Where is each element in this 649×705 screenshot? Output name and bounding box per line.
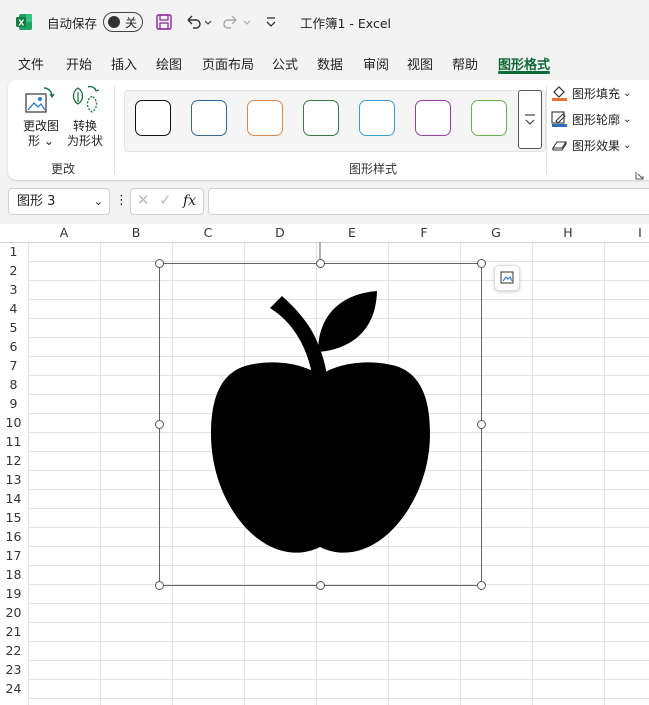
shape-selection[interactable]: [0, 224, 649, 705]
save-icon[interactable]: [155, 0, 173, 44]
style-swatch[interactable]: [247, 100, 283, 136]
tab-page-layout[interactable]: 页面布局: [202, 54, 254, 73]
chevron-down-icon: ⌄: [623, 139, 632, 151]
tab-insert[interactable]: 插入: [111, 54, 137, 73]
change-graphic-button[interactable]: 更改图 形 ⌄: [20, 119, 62, 149]
gallery-more-button[interactable]: [518, 90, 542, 149]
paint-bucket-icon: [552, 86, 567, 101]
active-tab-indicator: [498, 71, 550, 74]
insert-function-button[interactable]: fx: [183, 193, 196, 209]
style-swatch[interactable]: [471, 100, 507, 136]
shape-outline-button[interactable]: 图形轮廓 ⌄: [550, 110, 631, 128]
styles-group-label: 图形样式: [349, 162, 398, 176]
more-options-icon[interactable]: ⋮: [115, 193, 128, 208]
shape-outline-label: 图形轮廓: [572, 112, 621, 127]
resize-handle-right[interactable]: [477, 420, 486, 429]
layout-options-button[interactable]: [494, 265, 520, 291]
style-swatch[interactable]: [415, 100, 451, 136]
style-swatch[interactable]: [135, 100, 171, 136]
resize-handle-top-left[interactable]: [155, 259, 164, 268]
resize-handle-top-right[interactable]: [477, 259, 486, 268]
shape-effects-button[interactable]: 图形效果 ⌄: [550, 136, 631, 154]
tab-view[interactable]: 视图: [407, 54, 433, 73]
change-graphic-label-2: 形: [28, 134, 41, 148]
svg-text:X: X: [18, 19, 25, 28]
resize-handle-bottom-right[interactable]: [477, 581, 486, 590]
autosave-label: 自动保存: [47, 15, 98, 31]
tab-help[interactable]: 帮助: [452, 54, 478, 73]
tab-data[interactable]: 数据: [317, 54, 343, 73]
window-title: 工作簿1 - Excel: [300, 15, 392, 31]
chevron-down-icon[interactable]: ⌄: [94, 189, 103, 214]
resize-handle-left[interactable]: [155, 420, 164, 429]
formula-actions: ✕ ✓ fx: [130, 188, 204, 215]
worksheet-grid[interactable]: ABCDEFGHI 1 2 3 4 5 6 7 8 9 10 11 12 13 14 15 16 17 18 19 2…: [0, 224, 649, 705]
style-swatch[interactable]: [303, 100, 339, 136]
name-box[interactable]: 图形 3 ⌄: [8, 188, 110, 215]
enter-icon[interactable]: ✓: [159, 191, 172, 209]
change-graphic-icon[interactable]: [24, 86, 56, 120]
shape-effects-label: 图形效果: [572, 138, 621, 153]
autosave-toggle[interactable]: 关: [103, 12, 143, 32]
chevron-down-icon: ⌄: [623, 113, 632, 125]
group-divider: [546, 86, 547, 174]
convert-to-shape-icon[interactable]: [70, 84, 102, 120]
pencil-outline-icon: [551, 111, 567, 127]
formula-input[interactable]: [208, 188, 649, 215]
convert-label-2: 为形状: [66, 134, 103, 148]
dialog-launcher-icon[interactable]: [635, 165, 644, 184]
tab-draw[interactable]: 绘图: [156, 54, 182, 73]
tab-formulas[interactable]: 公式: [272, 54, 298, 73]
redo-icon[interactable]: [222, 0, 252, 44]
convert-label-1: 转换: [72, 119, 97, 133]
group-divider: [114, 86, 115, 174]
change-group-label: 更改: [51, 162, 76, 176]
convert-to-shape-button[interactable]: 转换 为形状: [64, 119, 106, 149]
apple-icon[interactable]: [211, 291, 430, 553]
name-box-value: 图形 3: [17, 194, 56, 209]
ribbon-tabs: 文件 开始 插入 绘图 页面布局 公式 数据 审阅 视图 帮助 图形格式: [0, 50, 649, 76]
shape-effects-icon: [551, 141, 568, 151]
customize-toolbar-icon[interactable]: [265, 0, 277, 44]
tab-home[interactable]: 开始: [66, 54, 92, 73]
style-swatch[interactable]: [359, 100, 395, 136]
shape-fill-label: 图形填充: [572, 86, 621, 101]
chevron-down-icon: ⌄: [623, 87, 632, 99]
title-bar: X 自动保存 关 工作簿1 - Excel: [0, 0, 649, 44]
resize-handle-bottom[interactable]: [316, 581, 325, 590]
excel-logo-icon: X: [14, 0, 34, 44]
resize-handle-top[interactable]: [316, 259, 325, 268]
cancel-icon[interactable]: ✕: [137, 191, 150, 209]
shape-fill-button[interactable]: 图形填充 ⌄: [550, 84, 631, 102]
chevron-down-icon: ⌄: [43, 134, 54, 148]
image-layout-icon: [500, 271, 514, 284]
style-swatch[interactable]: [191, 100, 227, 136]
tab-review[interactable]: 审阅: [363, 54, 389, 73]
resize-handle-bottom-left[interactable]: [155, 581, 164, 590]
change-graphic-label-1: 更改图: [22, 119, 59, 133]
tab-file[interactable]: 文件: [18, 54, 44, 73]
undo-icon[interactable]: [184, 0, 212, 44]
autosave-state: 关: [125, 16, 138, 30]
